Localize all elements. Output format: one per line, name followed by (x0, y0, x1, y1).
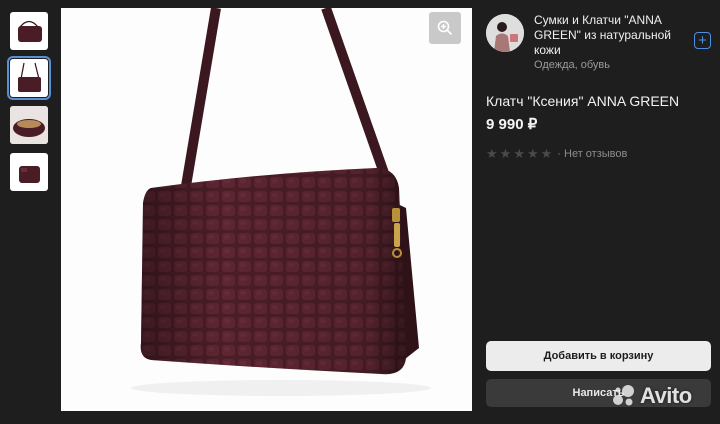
bag-side-photo (19, 166, 40, 183)
thumbnail-1[interactable] (10, 12, 48, 50)
bag-strap-photo (18, 62, 41, 92)
seller-avatar[interactable] (486, 14, 524, 52)
seller-name[interactable]: Сумки и Клатчи "ANNA GREEN" из натуральн… (534, 13, 684, 58)
follow-button[interactable]: + (694, 32, 711, 49)
avito-logo-icon (613, 385, 634, 406)
thumbnail-4[interactable] (10, 153, 48, 191)
seller-avatar-photo (486, 14, 524, 52)
zoom-button[interactable] (429, 12, 461, 44)
seller-category: Одежда, обувь (534, 59, 610, 71)
product-price: 9 990 ₽ (486, 116, 538, 133)
star-icon: ★ (486, 146, 498, 161)
avito-watermark-text: Avito (640, 383, 692, 408)
thumbnail-strip (7, 12, 51, 200)
avito-watermark: Avito (612, 383, 692, 409)
product-title: Клатч "Ксения" ANNA GREEN (486, 93, 680, 109)
crocodile-leather-bag-photo (131, 8, 431, 396)
reviews-text: · Нет отзывов (557, 147, 628, 160)
plus-icon: + (698, 32, 707, 49)
main-product-image[interactable] (61, 8, 472, 411)
add-to-cart-button[interactable]: Добавить в корзину (486, 341, 711, 371)
star-icon: ★ (513, 146, 525, 161)
thumbnail-3[interactable] (10, 106, 48, 144)
star-icon: ★ (540, 146, 553, 161)
seller-block: Сумки и Клатчи "ANNA GREEN" из натуральн… (486, 13, 711, 74)
rating-row: ★ ★ ★ ★ ★ · Нет отзывов (486, 147, 627, 160)
star-icon: ★ (499, 146, 512, 161)
zoom-in-icon (437, 20, 453, 36)
star-icon: ★ (526, 146, 539, 161)
bag-open-photo (10, 106, 48, 144)
thumbnail-2[interactable] (7, 56, 51, 100)
bag-front-photo (18, 20, 42, 42)
